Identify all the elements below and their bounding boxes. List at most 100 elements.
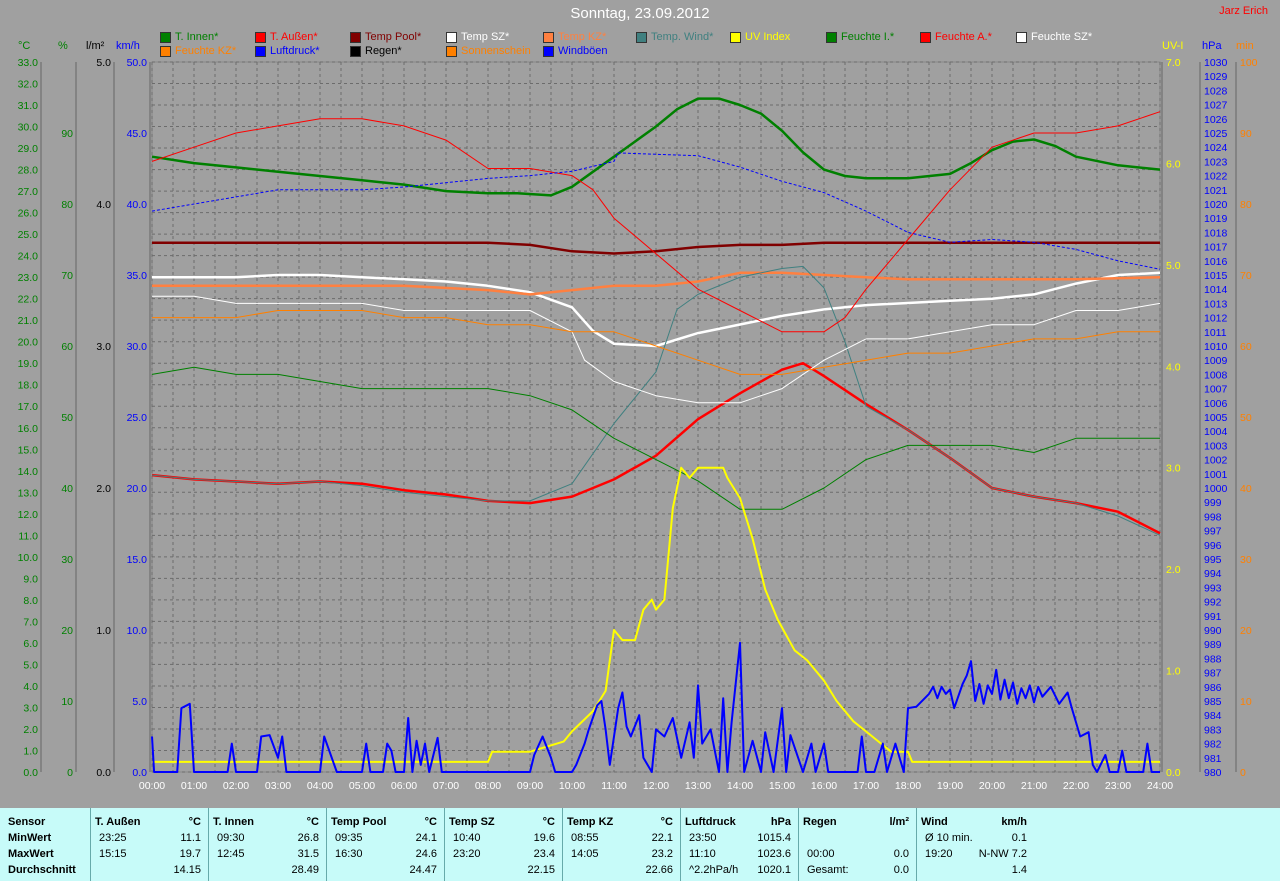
legend-item: Windböen: [543, 45, 608, 57]
stats-cell-value: 28.49: [291, 864, 319, 876]
axis-tick-label-pressure: 1018: [1204, 227, 1228, 239]
axis-tick-label-pressure: 990: [1204, 625, 1222, 637]
axis-tick-label-sunshine: 0: [1240, 767, 1246, 779]
stats-table: Sensor MinWert MaxWert Durchschnitt T. Außen…: [0, 808, 1280, 881]
stats-cell-value: 26.8: [297, 832, 319, 844]
legend-label: Temp Pool*: [365, 31, 422, 43]
axis-tick-label-pressure: 992: [1204, 597, 1222, 609]
axis-tick-label-pressure: 1023: [1204, 156, 1228, 168]
legend-label: T. Innen*: [175, 31, 219, 43]
axis-tick-label-temp: 21.0: [18, 315, 39, 327]
stats-cell-value: 22.1: [651, 832, 673, 844]
x-tick-label: 08:00: [475, 780, 501, 792]
stats-cell-value: 1015.4: [757, 832, 791, 844]
axis-tick-label-temp: 7.0: [23, 616, 38, 628]
axis-tick-label-pressure: 982: [1204, 739, 1222, 751]
axis-tick-label-uv: 0.0: [1166, 767, 1181, 779]
axis-tick-label-uv: 4.0: [1166, 361, 1181, 373]
legend-swatch: [920, 31, 931, 43]
legend-item: Regen*: [350, 45, 402, 57]
legend-item: Feuchte SZ*: [1016, 31, 1092, 43]
legend-swatch: [160, 31, 171, 43]
axis-tick-label-sunshine: 80: [1240, 199, 1252, 211]
stats-cell-time: 16:30: [335, 848, 363, 860]
axis-tick-label-uv: 7.0: [1166, 57, 1181, 69]
stats-cell-value: 23.4: [533, 848, 555, 860]
axis-tick-label-sunshine: 10: [1240, 696, 1252, 708]
legend-swatch: [350, 45, 361, 57]
stats-column-unit: °C: [188, 816, 201, 828]
axis-tick-label-pressure: 1016: [1204, 256, 1228, 268]
x-tick-label: 04:00: [307, 780, 333, 792]
stats-column-divider: [562, 808, 563, 881]
axis-unit-wind: km/h: [116, 40, 140, 52]
axis-tick-label-humidity: 0: [67, 767, 73, 779]
axis-tick-label-temp: 2.0: [23, 724, 38, 736]
axis-tick-label-sunshine: 20: [1240, 625, 1252, 637]
axis-tick-label-humidity: 50: [61, 412, 73, 424]
axis-tick-label-wind: 35.0: [127, 270, 148, 282]
axis-tick-label-pressure: 1007: [1204, 384, 1228, 396]
legend-item: Temp SZ*: [446, 31, 509, 43]
x-tick-label: 18:00: [895, 780, 921, 792]
axis-tick-label-pressure: 1027: [1204, 100, 1228, 112]
legend-label: Feuchte SZ*: [1031, 31, 1093, 43]
axis-tick-label-pressure: 1009: [1204, 355, 1228, 367]
axis-tick-label-pressure: 988: [1204, 653, 1222, 665]
page-title: Sonntag, 23.09.2012: [570, 5, 710, 22]
axis-tick-label-temp: 6.0: [23, 638, 38, 650]
stats-cell-value: 14.15: [173, 864, 201, 876]
axis-tick-label-rain: 2.0: [96, 483, 111, 495]
stats-cell-value: 0.0: [893, 848, 909, 860]
stats-cell-time: 09:30: [217, 832, 245, 844]
stats-cell-value: 19.7: [179, 848, 201, 860]
legend-swatch: [636, 31, 647, 43]
legend-label: Temp SZ*: [461, 31, 510, 43]
axis-tick-label-pressure: 1002: [1204, 455, 1228, 467]
legend-item: Temp KZ*: [543, 31, 606, 43]
axis-tick-label-sunshine: 40: [1240, 483, 1252, 495]
axis-tick-label-wind: 50.0: [127, 57, 148, 69]
legend-swatch: [543, 31, 554, 43]
x-tick-label: 15:00: [769, 780, 795, 792]
axis-tick-label-pressure: 995: [1204, 554, 1222, 566]
axis-tick-label-humidity: 30: [61, 554, 73, 566]
axis-tick-label-sunshine: 60: [1240, 341, 1252, 353]
axis-tick-label-uv: 5.0: [1166, 260, 1181, 272]
legend-label: Feuchte KZ*: [175, 45, 237, 57]
axis-tick-label-rain: 3.0: [96, 341, 111, 353]
stats-cell-value: 31.5: [297, 848, 319, 860]
stats-column-header: Temp SZ: [449, 816, 495, 828]
x-tick-label: 20:00: [979, 780, 1005, 792]
axis-tick-label-temp: 11.0: [18, 530, 38, 542]
x-tick-label: 00:00: [139, 780, 165, 792]
stats-cell-value: 1023.6: [757, 848, 791, 860]
x-tick-label: 21:00: [1021, 780, 1047, 792]
legend-swatch: [730, 31, 741, 43]
axis-tick-label-temp: 3.0: [23, 702, 38, 714]
stats-cell-value: N-NW 7.2: [978, 848, 1027, 860]
axis-tick-label-sunshine: 100: [1240, 57, 1258, 69]
axis-tick-label-pressure: 983: [1204, 724, 1222, 736]
legend-item: UV Index: [730, 31, 790, 43]
stats-cell-value: 22.66: [645, 864, 673, 876]
stats-column-header: T. Außen: [95, 816, 141, 828]
axis-tick-label-sunshine: 30: [1240, 554, 1252, 566]
axis-tick-label-wind: 15.0: [127, 554, 148, 566]
stats-column-header: Luftdruck: [685, 816, 736, 828]
legend-swatch: [826, 31, 837, 43]
legend-item: T. Innen*: [160, 31, 218, 43]
x-tick-label: 05:00: [349, 780, 375, 792]
stats-cell-time: 19:20: [925, 848, 953, 860]
stats-column-divider: [326, 808, 327, 881]
axis-tick-label-pressure: 981: [1204, 753, 1222, 765]
axis-tick-label-temp: 12.0: [18, 509, 39, 521]
axis-tick-label-pressure: 1011: [1204, 327, 1227, 339]
stats-cell-value: 0.0: [893, 864, 909, 876]
stats-cell-value: 24.1: [415, 832, 437, 844]
axis-tick-label-temp: 17.0: [18, 401, 39, 413]
legend-item: Feuchte A.*: [920, 31, 992, 43]
stats-column-header: Wind: [921, 816, 948, 828]
axis-tick-label-pressure: 1017: [1204, 242, 1228, 254]
stats-column-unit: l/m²: [889, 816, 909, 828]
